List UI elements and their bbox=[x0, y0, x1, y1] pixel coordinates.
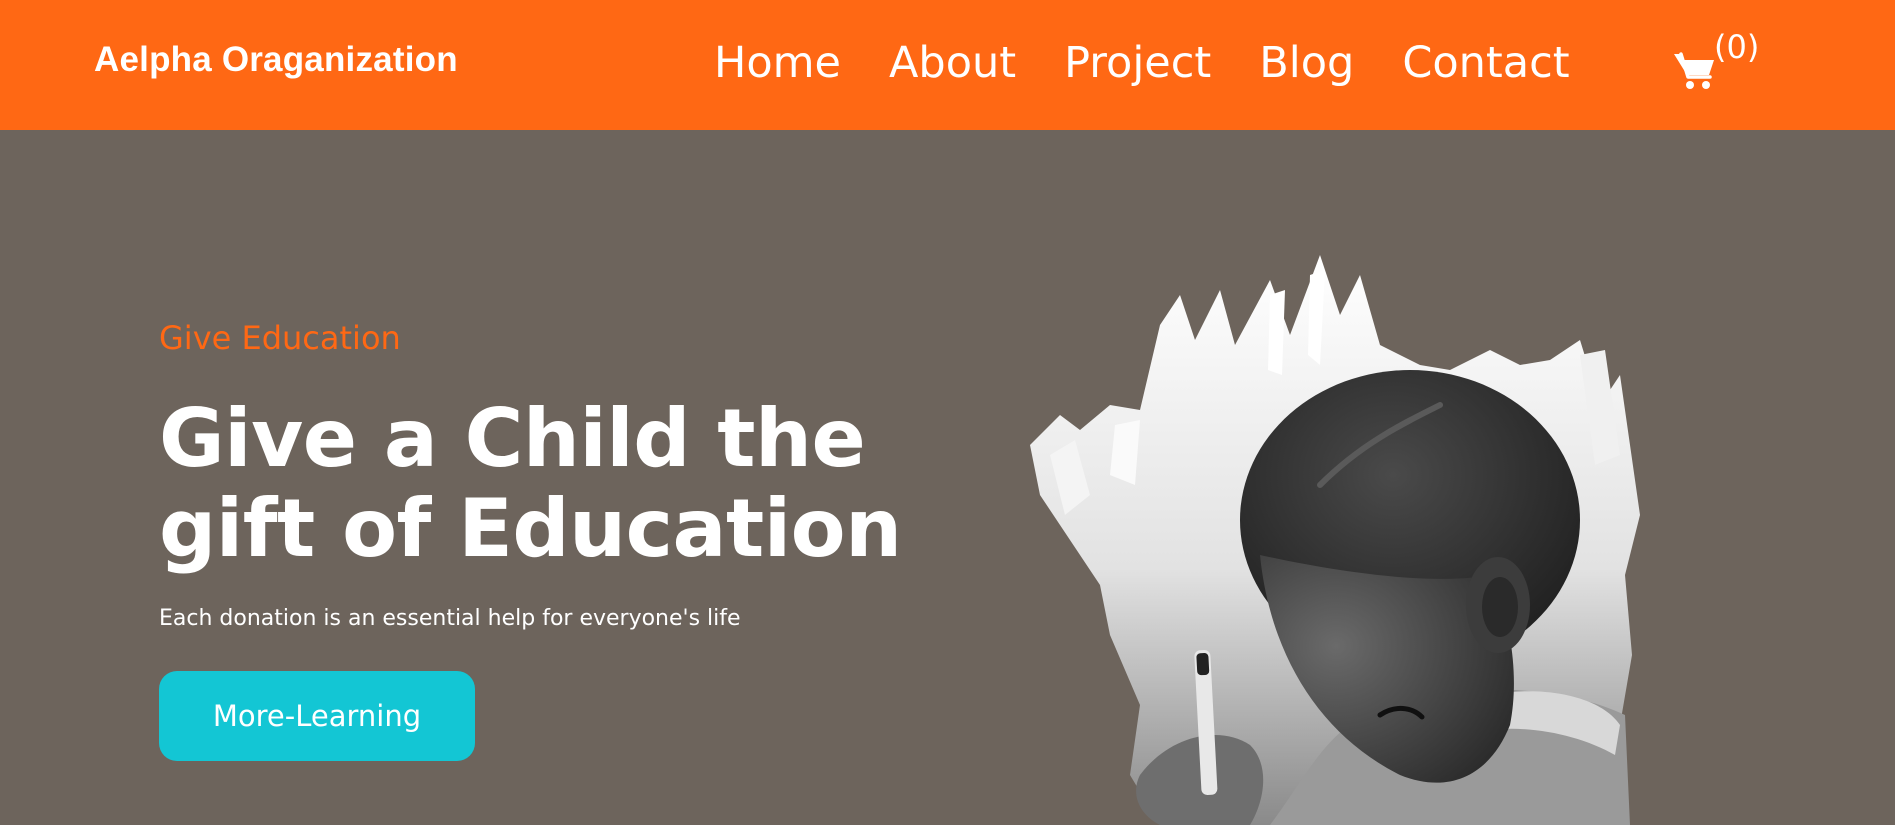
nav-link-home[interactable]: Home bbox=[714, 38, 841, 88]
hero-child-photo bbox=[1030, 255, 1640, 825]
more-learning-button[interactable]: More-Learning bbox=[159, 671, 475, 761]
cart-button[interactable]: (0) bbox=[1672, 28, 1762, 98]
hero-headline: Give a Child the gift of Education bbox=[159, 394, 1019, 574]
hero-eyebrow: Give Education bbox=[159, 319, 401, 357]
hero-headline-line-1: Give a Child the bbox=[159, 392, 866, 485]
cart-count-badge: (0) bbox=[1714, 28, 1760, 66]
main-nav: Home About Project Blog Contact bbox=[714, 38, 1570, 88]
brand-logo-text[interactable]: Aelpha Oraganization bbox=[94, 40, 458, 80]
nav-link-contact[interactable]: Contact bbox=[1402, 38, 1569, 88]
site-header: Aelpha Oraganization Home About Project … bbox=[0, 0, 1895, 130]
hero-headline-line-2: gift of Education bbox=[159, 482, 902, 575]
nav-link-about[interactable]: About bbox=[889, 38, 1016, 88]
nav-link-blog[interactable]: Blog bbox=[1259, 38, 1354, 88]
hero-subline: Each donation is an essential help for e… bbox=[159, 606, 741, 631]
hero-text: Give Education Give a Child the gift of … bbox=[159, 318, 1019, 634]
page: Aelpha Oraganization Home About Project … bbox=[0, 0, 1895, 825]
cart-icon bbox=[1674, 52, 1714, 89]
nav-link-project[interactable]: Project bbox=[1064, 38, 1211, 88]
